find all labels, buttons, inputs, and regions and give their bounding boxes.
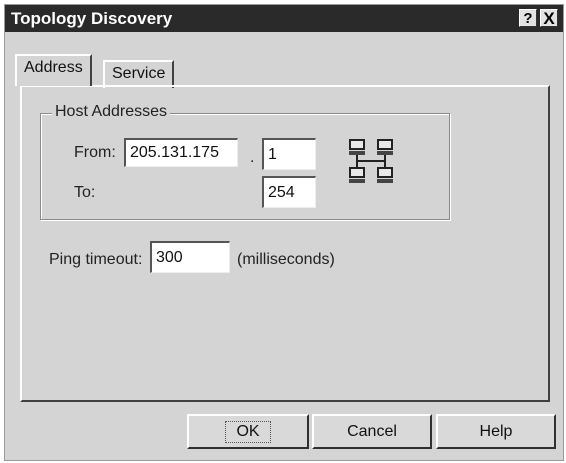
tab-address[interactable]: Address [15,54,92,86]
ping-timeout-label: Ping timeout: [49,251,143,268]
window-title: Topology Discovery [11,9,173,28]
from-label: From: [74,144,116,161]
from-host-input[interactable] [262,138,316,170]
close-button[interactable]: X [540,9,558,28]
from-address-prefix-input[interactable] [124,138,238,167]
host-addresses-label: Host Addresses [52,102,171,122]
to-label: To: [74,184,96,201]
ping-timeout-unit: (milliseconds) [237,251,335,268]
ping-timeout-input[interactable] [150,241,230,273]
ok-button[interactable]: OK [187,414,309,449]
address-separator: . [250,149,255,166]
help-title-button[interactable]: ? [519,9,537,27]
ok-button-label: OK [225,421,271,443]
help-button[interactable]: Help [436,414,556,449]
title-bar[interactable]: Topology Discovery ? X [5,5,563,32]
tab-service[interactable]: Service [103,60,175,88]
network-computers-icon [349,139,393,183]
cancel-button[interactable]: Cancel [312,414,432,449]
to-host-input[interactable] [262,176,316,208]
